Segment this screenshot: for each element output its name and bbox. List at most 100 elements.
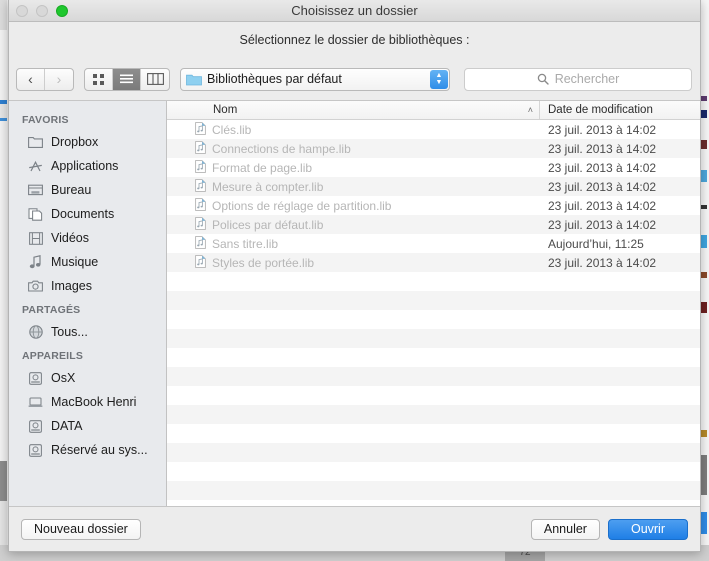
dialog-prompt-row: Sélectionnez le dossier de bibliothèques… [9, 22, 700, 58]
lib-file-icon [195, 122, 206, 135]
sidebar-item-label: DATA [51, 419, 82, 433]
file-name-cell: Format de page.lib [167, 160, 540, 176]
table-row[interactable]: Polices par défaut.lib 23 juil. 2013 à 14… [167, 215, 700, 234]
sidebar-item-macbook-henri[interactable]: MacBook Henri [9, 390, 166, 414]
stepper-up-icon: ▲ [436, 72, 443, 79]
sidebar-item-videos[interactable]: Vidéos [9, 226, 166, 250]
lib-file-icon [195, 217, 206, 233]
lib-file-icon [195, 255, 206, 271]
file-date-cell: 23 juil. 2013 à 14:02 [540, 256, 700, 270]
sidebar-group-favoris-label: FAVORIS [9, 108, 166, 130]
empty-row [167, 291, 700, 310]
file-list-rows: Clés.lib23 juil. 2013 à 14:02Connections… [167, 120, 700, 506]
sidebar-item-label: Tous... [51, 325, 88, 339]
folder-icon [186, 73, 202, 86]
search-field[interactable]: Rechercher [464, 68, 692, 91]
table-row[interactable]: Clés.lib23 juil. 2013 à 14:02 [167, 120, 700, 139]
sidebar-item-dropbox[interactable]: Dropbox [9, 130, 166, 154]
view-mode-icon-button[interactable] [85, 69, 113, 90]
file-name-label: Polices par défaut.lib [212, 218, 323, 232]
file-name-label: Styles de portée.lib [212, 256, 314, 270]
file-name-label: Mesure à compter.lib [212, 180, 323, 194]
sidebar-item-label: Réservé au sys... [51, 443, 148, 457]
open-button[interactable]: Ouvrir [608, 519, 688, 540]
empty-row [167, 348, 700, 367]
lib-file-icon [195, 236, 206, 252]
dialog-prompt-text: Sélectionnez le dossier de bibliothèques… [239, 33, 469, 47]
sidebar-item-documents[interactable]: Documents [9, 202, 166, 226]
back-button[interactable]: ‹ [17, 69, 45, 90]
table-row[interactable]: Styles de portée.lib 23 juil. 2013 à 14:0… [167, 253, 700, 272]
music-note-icon [27, 255, 44, 270]
sidebar-item-label: OsX [51, 371, 75, 385]
file-name-label: Sans titre.lib [212, 237, 278, 251]
close-button[interactable] [16, 5, 28, 17]
view-mode-column-button[interactable] [141, 69, 169, 90]
lib-file-icon [195, 160, 206, 176]
navigation-segmented-control: ‹ › [16, 68, 74, 91]
stepper-icon[interactable]: ▲ ▼ [430, 70, 448, 89]
zoom-button[interactable] [56, 5, 68, 17]
laptop-icon [27, 395, 44, 410]
lib-file-icon [195, 255, 206, 268]
table-row[interactable]: Options de réglage de partition.lib23 ju… [167, 196, 700, 215]
forward-button[interactable]: › [45, 69, 73, 90]
file-name-cell: Polices par défaut.lib [167, 217, 540, 233]
table-row[interactable]: Mesure à compter.lib23 juil. 2013 à 14:0… [167, 177, 700, 196]
file-name-cell: Connections de hampe.lib [167, 141, 540, 157]
choose-folder-dialog: Choisissez un dossier Sélectionnez le do… [8, 0, 701, 552]
sidebar-item-osx[interactable]: OsX [9, 366, 166, 390]
background-window-left-sliver [0, 0, 8, 561]
hard-disk-icon [27, 419, 44, 434]
file-date-cell: 23 juil. 2013 à 14:02 [540, 218, 700, 232]
new-folder-button[interactable]: Nouveau dossier [21, 519, 141, 540]
file-name-cell: Options de réglage de partition.lib [167, 198, 540, 214]
sidebar-item-applications[interactable]: Applications [9, 154, 166, 178]
sort-ascending-icon: ˄ [528, 105, 533, 115]
applications-icon [27, 159, 44, 174]
minimize-button[interactable] [36, 5, 48, 17]
sidebar-item-bureau[interactable]: Bureau [9, 178, 166, 202]
lib-file-icon [195, 179, 206, 195]
cancel-button[interactable]: Annuler [531, 519, 600, 540]
column-header-date[interactable]: Date de modification [540, 101, 700, 119]
file-name-cell: Sans titre.lib [167, 236, 540, 252]
hard-disk-icon [27, 371, 44, 386]
dialog-titlebar[interactable]: Choisissez un dossier [9, 0, 700, 22]
view-mode-list-button[interactable] [113, 69, 141, 90]
path-popup-button[interactable]: Bibliothèques par défaut ▲ ▼ [180, 68, 450, 91]
window-controls [16, 5, 68, 17]
file-name-label: Format de page.lib [212, 161, 312, 175]
file-date-cell: 23 juil. 2013 à 14:02 [540, 123, 700, 137]
lib-file-icon [195, 141, 206, 157]
documents-icon [27, 207, 44, 222]
sidebar-item-label: Vidéos [51, 231, 89, 245]
empty-row [167, 272, 700, 291]
table-row[interactable]: Sans titre.libAujourd’hui, 11:25 [167, 234, 700, 253]
empty-row [167, 329, 700, 348]
sidebar-group-partages-label: PARTAGÉS [9, 298, 166, 320]
sidebar-group-appareils-label: APPAREILS [9, 344, 166, 366]
empty-row [167, 386, 700, 405]
path-popup-value: Bibliothèques par défaut [207, 72, 342, 86]
sidebar-item-label: Applications [51, 159, 118, 173]
search-placeholder: Rechercher [555, 72, 620, 86]
lib-file-icon [195, 160, 206, 173]
empty-row [167, 310, 700, 329]
table-row[interactable]: Format de page.lib 23 juil. 2013 à 14:02 [167, 158, 700, 177]
sidebar-item-musique[interactable]: Musique [9, 250, 166, 274]
file-date-cell: 23 juil. 2013 à 14:02 [540, 142, 700, 156]
lib-file-icon [195, 198, 206, 214]
sidebar-item-images[interactable]: Images [9, 274, 166, 298]
sidebar-item-tous[interactable]: Tous... [9, 320, 166, 344]
file-date-cell: 23 juil. 2013 à 14:02 [540, 161, 700, 175]
file-date-cell: 23 juil. 2013 à 14:02 [540, 199, 700, 213]
sidebar-item-data[interactable]: DATA [9, 414, 166, 438]
column-header-name[interactable]: Nom ˄ [167, 101, 540, 119]
view-mode-segmented-control [84, 68, 170, 91]
file-name-cell: Clés.lib [167, 122, 540, 138]
table-row[interactable]: Connections de hampe.lib23 juil. 2013 à … [167, 139, 700, 158]
sidebar-item-reserve-au-systeme[interactable]: Réservé au sys... [9, 438, 166, 462]
lib-file-icon [195, 236, 206, 249]
file-list-header: Nom ˄ Date de modification [167, 101, 700, 120]
